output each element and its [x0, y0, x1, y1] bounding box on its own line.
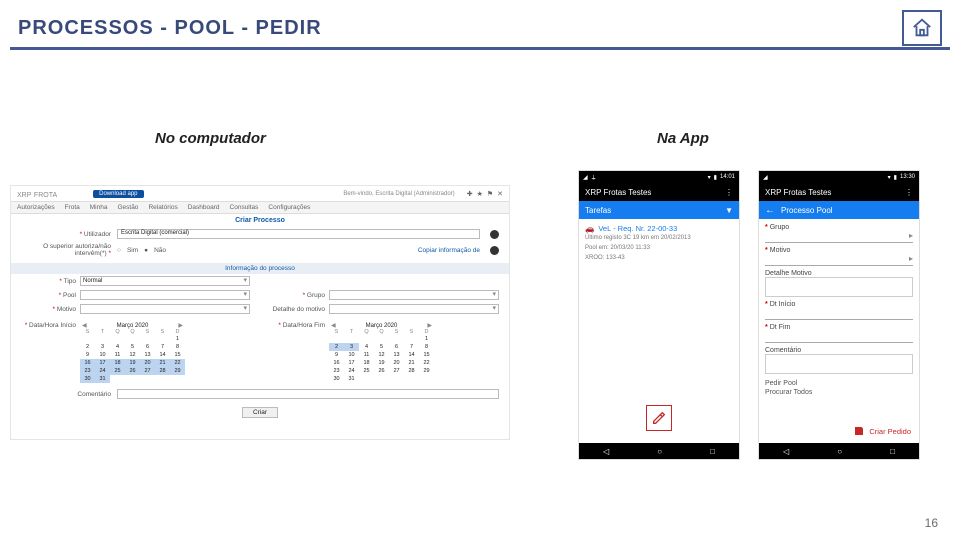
filter-icon[interactable]: ▼	[725, 206, 733, 215]
dt-logo-sub: FROTA	[34, 192, 57, 199]
wifi-icon: ▾	[888, 174, 891, 181]
nav-item[interactable]: Frota	[65, 204, 80, 211]
ph-title-text: XRP Frotas Testes	[765, 188, 831, 197]
dt-section-title: Criar Processo	[11, 214, 509, 227]
input-comentario[interactable]	[117, 389, 499, 399]
back-icon[interactable]: ◁	[603, 447, 609, 456]
link-copiar[interactable]: Copiar informação de	[418, 247, 480, 254]
link-procurar[interactable]: Procurar Todos	[765, 389, 913, 396]
nav-item[interactable]: Relatórios	[148, 204, 177, 211]
battery-icon: ▮	[894, 174, 897, 181]
col-heading-app: Na App	[657, 130, 709, 147]
inp-coment[interactable]	[765, 354, 913, 374]
dt-toolbar-icons: ✚ ★ ⚑ ✕	[467, 190, 503, 198]
recent-icon[interactable]: □	[710, 447, 715, 456]
battery-icon: ▮	[714, 174, 717, 181]
dt-logo-main: XRP	[17, 192, 31, 199]
desktop-screenshot: XRP FROTA Download app Bem-vindo, Escrit…	[10, 185, 510, 440]
nav-item[interactable]: Autorizações	[17, 204, 55, 211]
menu-icon[interactable]: ⋮	[725, 188, 733, 197]
plus-icon[interactable]: ✚	[467, 190, 473, 198]
task-meta-1: Último registo 3C 19 km em 20/02/2013	[585, 235, 733, 243]
page-number: 16	[925, 516, 938, 530]
flag-icon[interactable]: ⚑	[487, 190, 493, 198]
home-nav-icon[interactable]: ○	[837, 447, 842, 456]
ph-section-text: Processo Pool	[781, 206, 833, 215]
info-bar: Informação do processo	[11, 263, 509, 274]
fab-new[interactable]	[646, 405, 672, 431]
car-icon: 🚗	[585, 224, 594, 233]
inp-motivo[interactable]	[765, 254, 913, 266]
dt-download-btn[interactable]: Download app	[93, 190, 143, 198]
nav-item[interactable]: Configurações	[268, 204, 310, 211]
android-navbar: ◁ ○ □	[759, 443, 919, 459]
recent-icon[interactable]: □	[890, 447, 895, 456]
nav-item[interactable]: Minha	[90, 204, 108, 211]
sel-tipo[interactable]: Normal	[80, 276, 250, 286]
ph-statusbar: ◢⏚ ▾▮14:01	[579, 171, 739, 183]
nav-item[interactable]: Gestão	[117, 204, 138, 211]
back-arrow-icon[interactable]: ←	[765, 205, 775, 216]
wifi-icon: ▾	[708, 174, 711, 181]
save-icon	[853, 425, 865, 437]
dt-user-label: Bem-vindo, Escrita Digital (Administrado…	[343, 191, 454, 197]
ph-titlebar: XRP Frotas Testes ⋮	[759, 183, 919, 201]
inp-dtinicio[interactable]	[765, 308, 913, 320]
phone-tasks: ◢⏚ ▾▮14:01 XRP Frotas Testes ⋮ Tarefas ▼…	[578, 170, 740, 460]
android-navbar: ◁ ○ □	[579, 443, 739, 459]
ph-section-bar: Tarefas ▼	[579, 201, 739, 219]
wifi-icon: ⏚	[591, 173, 597, 182]
sel-motivo[interactable]	[80, 304, 250, 314]
lbl-utilizador: Utilizador	[84, 231, 111, 238]
close-icon[interactable]: ✕	[497, 190, 503, 198]
home-nav-icon[interactable]: ○	[657, 447, 662, 456]
input-utilizador[interactable]: Escrita Digital (comercial)	[117, 229, 480, 239]
sel-pool[interactable]	[80, 290, 250, 300]
inp-detalhe[interactable]	[329, 304, 499, 314]
ph-section-text: Tarefas	[585, 206, 611, 215]
dt-logo: XRP FROTA	[17, 189, 57, 199]
ph-title-text: XRP Frotas Testes	[585, 188, 651, 197]
col-heading-desktop: No computador	[155, 130, 266, 147]
sel-grupo[interactable]	[329, 290, 499, 300]
ph-section-bar: ← Processo Pool	[759, 201, 919, 219]
task-meta-3: XROO: 133-43	[585, 255, 733, 263]
btn-criar[interactable]: Criar	[242, 407, 278, 418]
task-meta-2: Pool em: 20/03/20 11:33	[585, 245, 733, 253]
task-link[interactable]: 🚗VeL - Req. Nr. 22-00-33	[585, 224, 733, 233]
calendar-start[interactable]: ◀Março 2020▶ STQQSSD 1 2345678 910111213…	[80, 322, 185, 383]
star-icon[interactable]: ★	[477, 190, 483, 198]
back-icon[interactable]: ◁	[783, 447, 789, 456]
cal-grid-2: STQQSSD 1 2345678 9101112131415 16171819…	[329, 329, 434, 383]
calendar-end[interactable]: ◀Março 2020▶ STQQSSD 1 2345678 910111213…	[329, 322, 434, 383]
inp-grupo[interactable]	[765, 231, 913, 243]
dt-nav: Autorizações Frota Minha Gestão Relatóri…	[11, 201, 509, 214]
phone-form: ◢ ▾▮13:30 XRP Frotas Testes ⋮ ← Processo…	[758, 170, 920, 460]
lbl-autoriz: O superior autoriza/não intervêm(*)	[43, 243, 111, 257]
nav-item[interactable]: Consultas	[230, 204, 259, 211]
edit-icon	[651, 410, 667, 426]
radio-group[interactable]: ○ Sim ● Não	[117, 247, 166, 254]
ph-titlebar: XRP Frotas Testes ⋮	[579, 183, 739, 201]
inp-dtfim[interactable]	[765, 331, 913, 343]
home-icon	[910, 17, 934, 39]
gear-icon[interactable]	[490, 246, 499, 255]
ph-statusbar: ◢ ▾▮13:30	[759, 171, 919, 183]
inp-detalhe[interactable]	[765, 277, 913, 297]
btn-criar-pedido[interactable]: Criar Pedido	[853, 425, 911, 437]
home-button[interactable]	[902, 10, 942, 46]
slide-title: PROCESSOS - POOL - PEDIR	[18, 17, 322, 40]
nav-item[interactable]: Dashboard	[188, 204, 220, 211]
dt-header: XRP FROTA Download app Bem-vindo, Escrit…	[11, 186, 509, 201]
gear-icon[interactable]	[490, 230, 499, 239]
cal-grid-1: STQQSSD 1 2345678 9101112131415 16171819…	[80, 329, 185, 383]
slide-title-bar: PROCESSOS - POOL - PEDIR	[10, 10, 950, 50]
link-pedir-pool[interactable]: Pedir Pool	[765, 380, 913, 387]
menu-icon[interactable]: ⋮	[905, 188, 913, 197]
